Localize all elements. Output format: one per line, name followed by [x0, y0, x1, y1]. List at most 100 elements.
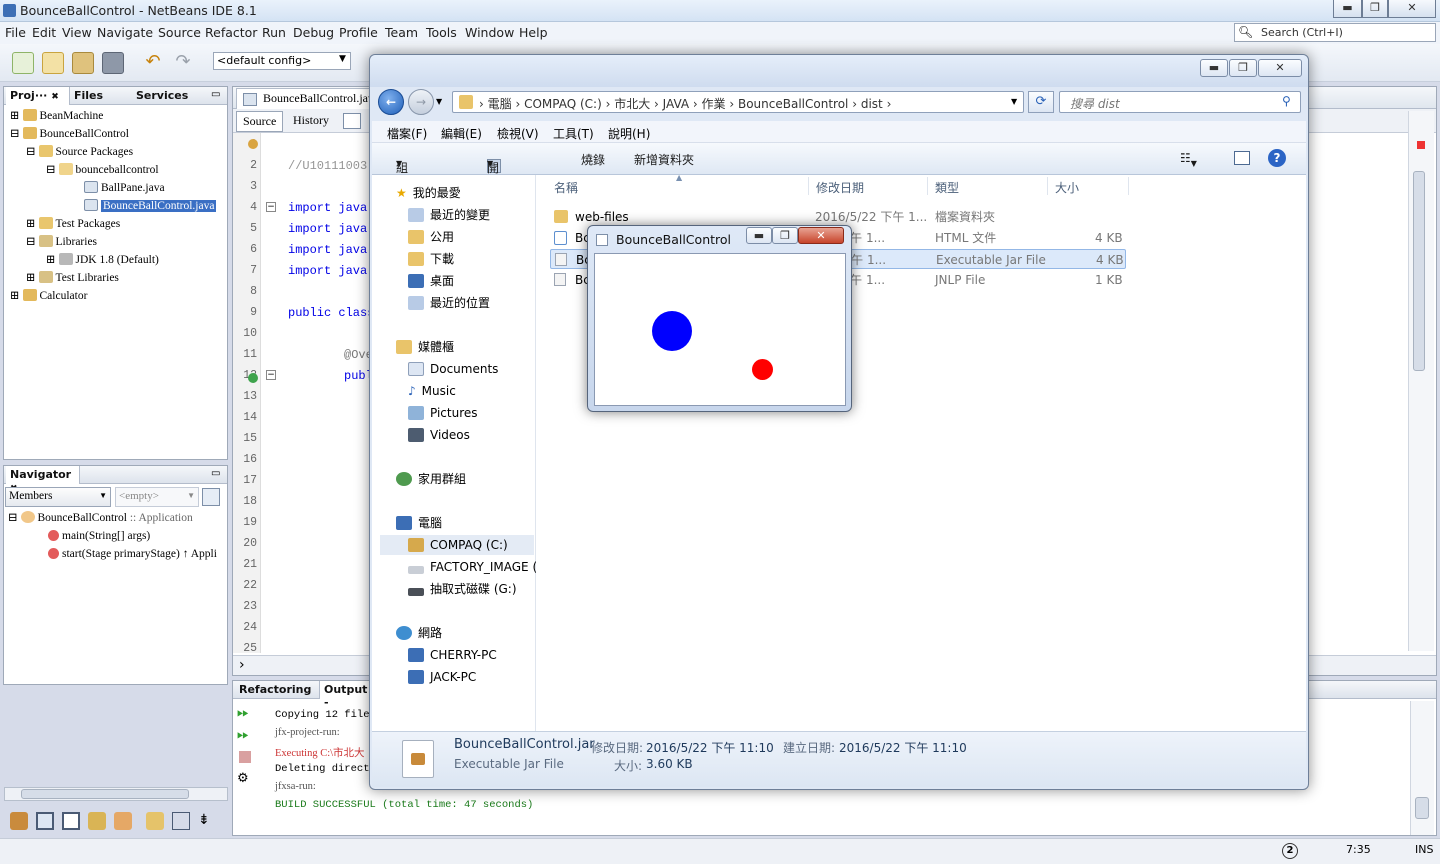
- nav-homegroup[interactable]: 家用群組: [396, 469, 466, 489]
- column-name[interactable]: 名稱: [554, 179, 578, 196]
- explorer-maximize-button[interactable]: ❐: [1229, 59, 1257, 77]
- back-icon[interactable]: [343, 113, 361, 129]
- nav-factory-image[interactable]: FACTORY_IMAGE (: [408, 557, 537, 577]
- explorer-search-input[interactable]: 搜尋 dist: [1059, 91, 1301, 113]
- stop-icon[interactable]: [239, 751, 251, 763]
- menu-run[interactable]: Run: [262, 25, 286, 40]
- nav-recent-places[interactable]: 最近的位置: [408, 293, 490, 313]
- breadcrumb-item[interactable]: 電腦: [488, 97, 512, 111]
- nav-videos[interactable]: Videos: [408, 425, 470, 445]
- minimize-panel-icon[interactable]: ▭: [211, 89, 220, 100]
- column-size[interactable]: 大小: [1055, 179, 1079, 196]
- view-options-icon[interactable]: ☷ ▼: [1180, 151, 1197, 168]
- tree-item-calculator[interactable]: ⊞ Calculator: [10, 288, 87, 305]
- tool-icon[interactable]: [88, 812, 106, 830]
- scrollbar-thumb[interactable]: [1413, 171, 1425, 371]
- minimize-button[interactable]: ▬: [1333, 0, 1362, 18]
- save-all-icon[interactable]: [102, 52, 124, 74]
- filter-combo[interactable]: <empty> ▼: [115, 487, 199, 507]
- fold-icon[interactable]: −: [266, 370, 276, 380]
- navigator-options-icon[interactable]: [202, 488, 220, 506]
- menu-tools[interactable]: 工具(T): [553, 125, 594, 142]
- burn-button[interactable]: 燒錄: [581, 151, 605, 168]
- bounce-minimize-button[interactable]: ▬: [746, 227, 772, 244]
- menu-file[interactable]: File: [5, 25, 26, 40]
- tool-icon[interactable]: [62, 812, 80, 830]
- close-button[interactable]: ✕: [1388, 0, 1436, 18]
- menu-window[interactable]: Window: [465, 25, 514, 40]
- rerun-with-params-icon[interactable]: ⏩︎: [237, 725, 249, 743]
- back-button[interactable]: ←: [378, 89, 404, 115]
- nav-public[interactable]: 公用: [408, 227, 454, 247]
- tab-source[interactable]: Source: [236, 111, 284, 132]
- maximize-button[interactable]: ❐: [1362, 0, 1388, 18]
- menu-help[interactable]: Help: [519, 25, 548, 40]
- column-date[interactable]: 修改日期: [816, 179, 864, 196]
- nav-documents[interactable]: Documents: [408, 359, 498, 379]
- nav-music[interactable]: ♪ Music: [408, 381, 456, 401]
- tree-item-ballpane[interactable]: BallPane.java: [84, 180, 165, 197]
- breadcrumb-item[interactable]: BounceBallControl: [738, 97, 848, 111]
- nav-favorites[interactable]: ★ 我的最愛: [396, 183, 461, 203]
- refresh-icon[interactable]: ⟳: [1028, 91, 1054, 113]
- members-combo[interactable]: Members ▼: [5, 487, 111, 507]
- menu-profile[interactable]: Profile: [339, 25, 378, 40]
- tool-icon[interactable]: [114, 812, 132, 830]
- breadcrumb-item[interactable]: dist: [861, 97, 883, 111]
- close-icon[interactable]: ✖: [51, 92, 59, 102]
- tool-icon[interactable]: [10, 812, 28, 830]
- menu-tools[interactable]: Tools: [426, 25, 457, 40]
- settings-icon[interactable]: ⚙︎: [237, 771, 249, 786]
- menu-edit[interactable]: 編輯(E): [441, 125, 482, 142]
- nav-libraries[interactable]: 媒體櫃: [396, 337, 454, 357]
- menu-source[interactable]: Source: [158, 25, 201, 40]
- history-dropdown-icon[interactable]: ▼: [436, 97, 442, 106]
- help-icon[interactable]: ?: [1268, 149, 1286, 167]
- nav-drive-c[interactable]: COMPAQ (C:): [380, 535, 534, 555]
- notification-badge[interactable]: 2: [1282, 843, 1298, 859]
- tree-item-test-packages[interactable]: ⊞ Test Packages: [26, 216, 120, 233]
- tree-item-jdk[interactable]: ⊞ JDK 1.8 (Default): [46, 252, 159, 269]
- sort-icon[interactable]: ⇟: [198, 812, 210, 828]
- new-project-icon[interactable]: [42, 52, 64, 74]
- tree-item-bounceballcontrol-package[interactable]: ⊟ bounceballcontrol: [46, 162, 159, 179]
- menu-help[interactable]: 說明(H): [608, 125, 650, 142]
- menu-file[interactable]: 檔案(F): [387, 125, 427, 142]
- tab-navigator[interactable]: Navigator ✖: [6, 466, 80, 494]
- forward-button[interactable]: →: [408, 89, 434, 115]
- horizontal-scrollbar[interactable]: [4, 787, 228, 801]
- tool-icon[interactable]: [36, 812, 54, 830]
- new-file-icon[interactable]: [12, 52, 34, 74]
- tree-item-beanmachine[interactable]: ⊞ BeanMachine: [10, 108, 103, 125]
- tab-refactoring[interactable]: Refactoring: [235, 681, 319, 699]
- minimize-panel-icon[interactable]: ▭: [211, 468, 220, 479]
- nav-removable-g[interactable]: 抽取式磁碟 (G:): [408, 579, 517, 599]
- nav-network[interactable]: 網路: [396, 623, 442, 643]
- menu-view[interactable]: 檢視(V): [497, 125, 539, 142]
- breadcrumb-item[interactable]: 作業: [702, 97, 726, 111]
- undo-icon[interactable]: ↶: [142, 52, 164, 74]
- file-row-web-files[interactable]: web-files 2016/5/22 下午 1... 檔案資料夾: [550, 207, 1126, 227]
- fold-icon[interactable]: −: [266, 202, 276, 212]
- menu-debug[interactable]: Debug: [293, 25, 334, 40]
- tool-icon[interactable]: [146, 812, 164, 830]
- config-select[interactable]: <default config>: [213, 52, 351, 70]
- editor-vscroll[interactable]: [1408, 111, 1434, 651]
- nav-recent-changes[interactable]: 最近的變更: [408, 205, 490, 225]
- breadcrumb-item[interactable]: COMPAQ (C:): [524, 97, 602, 111]
- nav-method-main[interactable]: main(String[] args): [48, 528, 150, 545]
- tab-services[interactable]: Services: [132, 87, 202, 105]
- chevron-down-icon[interactable]: ▼: [1011, 97, 1017, 106]
- tree-item-test-libraries[interactable]: ⊞ Test Libraries: [26, 270, 119, 287]
- menu-view[interactable]: View: [62, 25, 92, 40]
- tab-bounceballcontrol-java[interactable]: BounceBallControl.java: [236, 88, 387, 109]
- nav-jack-pc[interactable]: JACK-PC: [408, 667, 476, 687]
- menu-edit[interactable]: Edit: [32, 25, 56, 40]
- tree-item-bounceballcontrol[interactable]: ⊟ BounceBallControl: [10, 126, 129, 143]
- output-vscroll[interactable]: [1410, 701, 1434, 835]
- rerun-icon[interactable]: ⏩︎: [237, 703, 249, 721]
- bounce-close-button[interactable]: ✕: [798, 227, 844, 244]
- nav-pictures[interactable]: Pictures: [408, 403, 478, 423]
- breadcrumb-item[interactable]: 市北大: [614, 97, 650, 111]
- tree-item-source-packages[interactable]: ⊟ Source Packages: [26, 144, 133, 161]
